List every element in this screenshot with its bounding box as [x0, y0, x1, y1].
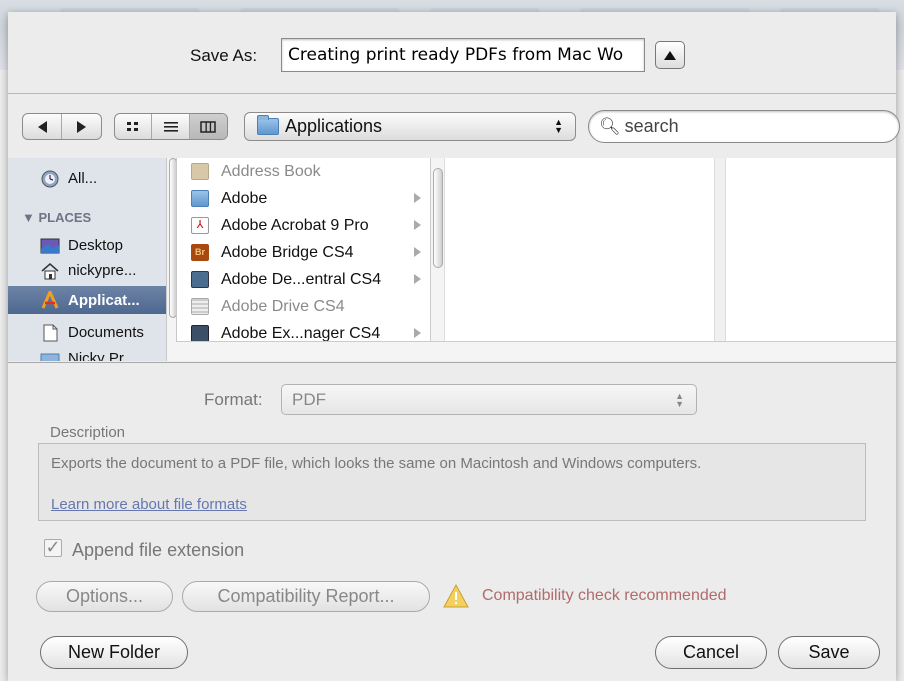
column-scrollbar[interactable] — [430, 158, 444, 341]
column-view-icon — [200, 120, 217, 133]
file-row-adobe[interactable]: Adobe — [177, 185, 433, 212]
sidebar-item-label: Nicky Pr... — [68, 350, 136, 361]
folder-icon — [40, 353, 60, 361]
places-heading-label: PLACES — [38, 210, 92, 225]
back-forward-control — [22, 113, 102, 140]
divider — [8, 362, 896, 363]
browser-column-empty — [726, 158, 896, 341]
warning-icon — [443, 584, 469, 608]
popup-arrows-icon: ▲ ▼ — [675, 391, 684, 409]
search-field: 🔍︎ — [588, 110, 900, 143]
sidebar-item-label: Documents — [68, 324, 144, 341]
append-extension-label: Append file extension — [72, 540, 245, 560]
horizontal-scrollbar[interactable] — [176, 341, 896, 361]
search-icon: 🔍︎ — [599, 116, 621, 136]
column-resize-handle[interactable] — [714, 158, 726, 341]
file-name: Adobe Acrobat 9 Pro — [221, 216, 369, 234]
home-icon — [41, 262, 59, 279]
sidebar-item-home[interactable]: nickypre... — [8, 258, 166, 283]
list-view-button[interactable] — [152, 114, 190, 139]
arrow-right-icon — [77, 120, 86, 133]
disclosure-arrow-icon — [414, 274, 421, 284]
file-row-extension-manager[interactable]: Adobe Ex...nager CS4 — [177, 320, 433, 341]
format-label: Format: — [204, 390, 263, 409]
forward-button[interactable] — [62, 114, 101, 139]
arrow-left-icon — [37, 120, 47, 133]
collapse-button[interactable] — [655, 41, 685, 69]
file-name: Adobe Bridge CS4 — [221, 243, 354, 261]
icon-view-button[interactable] — [115, 114, 153, 139]
disclosure-arrow-icon — [414, 193, 421, 203]
file-row-acrobat[interactable]: ⅄ Adobe Acrobat 9 Pro — [177, 212, 433, 239]
address-book-icon — [191, 163, 209, 180]
back-button[interactable] — [23, 114, 63, 139]
disclosure-arrow-icon — [414, 220, 421, 230]
extension-manager-icon — [191, 325, 209, 341]
drive-icon — [191, 298, 209, 315]
sidebar-item-label: Desktop — [68, 237, 124, 254]
list-view-icon — [163, 121, 178, 132]
file-name: Address Book — [221, 162, 321, 180]
divider — [8, 93, 896, 94]
new-folder-button[interactable]: New Folder — [40, 636, 188, 669]
column-view-button[interactable] — [189, 114, 227, 139]
sidebar-item-applications[interactable]: Applicat... — [8, 286, 166, 314]
location-popup[interactable]: Applications ▲ ▼ — [244, 112, 576, 141]
documents-icon — [43, 324, 58, 341]
file-row-address-book[interactable]: Address Book — [177, 158, 433, 185]
triangle-up-icon — [664, 50, 676, 60]
description-title: Description — [50, 424, 126, 441]
format-value: PDF — [292, 389, 326, 409]
browser-column: Address Book Adobe ⅄ Adobe Acrobat 9 Pro… — [176, 158, 444, 341]
scroll-thumb[interactable] — [169, 158, 176, 318]
compatibility-report-button[interactable]: Compatibility Report... — [182, 581, 430, 612]
sidebar-item-label: nickypre... — [68, 262, 137, 279]
file-name: Adobe — [221, 189, 268, 207]
folder-icon — [191, 190, 209, 207]
popup-arrows-icon: ▲ ▼ — [554, 117, 563, 135]
location-label: Applications — [285, 116, 383, 136]
append-extension-checkbox[interactable]: ✓ — [44, 538, 62, 557]
sidebar-item-label: Applicat... — [68, 291, 140, 309]
sidebar: All... ▼ PLACES Desktop nickypre... Appl… — [8, 158, 176, 361]
save-button[interactable]: Save — [778, 636, 880, 669]
sidebar-item-documents[interactable]: Documents — [8, 320, 166, 345]
disclosure-arrow-icon — [414, 247, 421, 257]
cancel-button[interactable]: Cancel — [655, 636, 767, 669]
disclosure-arrow-icon — [414, 328, 421, 338]
sidebar-item-all[interactable]: All... — [8, 166, 166, 191]
clock-icon — [41, 170, 59, 187]
browser-column-empty — [444, 158, 714, 341]
file-name: Adobe Ex...nager CS4 — [221, 324, 381, 342]
scroll-thumb[interactable] — [433, 168, 443, 268]
file-name-input[interactable] — [281, 38, 645, 72]
bridge-icon: Br — [191, 244, 209, 261]
file-row-device-central[interactable]: Adobe De...entral CS4 — [177, 266, 433, 293]
file-row-bridge[interactable]: Br Adobe Bridge CS4 — [177, 239, 433, 266]
places-heading[interactable]: ▼ PLACES — [22, 210, 91, 225]
save-as-label: Save As: — [190, 46, 258, 65]
view-mode-control — [114, 113, 228, 140]
sidebar-item-nicky-folder[interactable]: Nicky Pr... — [8, 346, 166, 361]
learn-more-link[interactable]: Learn more about file formats — [51, 496, 247, 513]
file-name: Adobe Drive CS4 — [221, 297, 345, 315]
search-input[interactable] — [622, 115, 883, 138]
compatibility-warning: Compatibility check recommended — [482, 587, 727, 604]
icon-view-icon — [127, 121, 139, 131]
applications-icon — [41, 291, 59, 309]
file-name: Adobe De...entral CS4 — [221, 270, 382, 288]
description-box: Exports the document to a PDF file, whic… — [38, 443, 866, 521]
applications-folder-icon — [257, 115, 279, 135]
device-central-icon — [191, 271, 209, 288]
format-popup[interactable]: PDF ▲ ▼ — [281, 384, 697, 415]
sidebar-item-desktop[interactable]: Desktop — [8, 233, 166, 258]
options-button[interactable]: Options... — [36, 581, 173, 612]
sidebar-item-partial[interactable] — [8, 158, 166, 160]
acrobat-icon: ⅄ — [191, 217, 209, 234]
sidebar-scrollbar[interactable] — [166, 158, 176, 361]
file-row-drive[interactable]: Adobe Drive CS4 — [177, 293, 433, 320]
sidebar-item-label: All... — [68, 170, 98, 187]
description-text: Exports the document to a PDF file, whic… — [51, 455, 702, 472]
desktop-icon — [40, 238, 60, 253]
